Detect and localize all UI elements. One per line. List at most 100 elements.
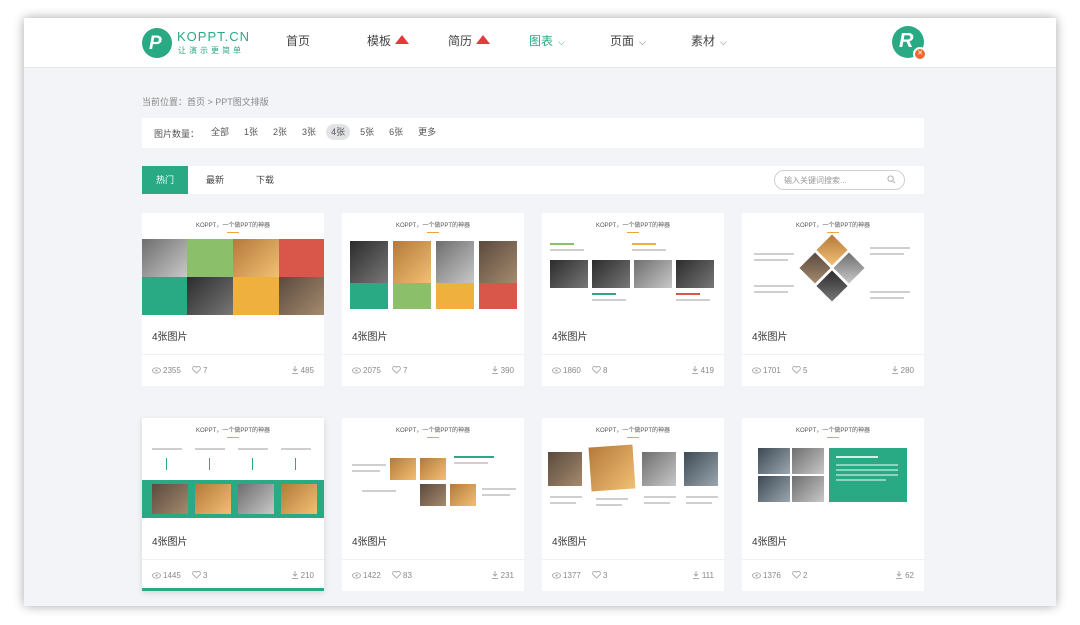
thumbnail-photo	[350, 241, 388, 283]
thumbnail-title: KOPPT，一个做PPT的神器	[142, 220, 324, 233]
template-card[interactable]: KOPPT，一个做PPT的神器 4张图片 2355 7 485	[142, 213, 324, 386]
thumbnail-photo	[187, 277, 233, 315]
thumbnail-title: KOPPT，一个做PPT的神器	[742, 425, 924, 438]
thumbnail-title: KOPPT，一个做PPT的神器	[542, 425, 724, 438]
template-thumbnail[interactable]: KOPPT，一个做PPT的神器	[742, 213, 924, 316]
heart-icon	[592, 365, 601, 374]
card-title[interactable]: 4张图片	[352, 533, 388, 548]
template-thumbnail[interactable]: KOPPT，一个做PPT的神器	[542, 418, 724, 521]
search-icon[interactable]	[887, 175, 896, 184]
template-card[interactable]: KOPPT，一个做PPT的神器 4张图片 1422 83 231	[342, 418, 524, 591]
thumbnail-block	[479, 283, 517, 309]
like-count[interactable]: 2	[792, 570, 807, 580]
thumbnail-text-line	[596, 504, 622, 506]
like-count[interactable]: 5	[792, 365, 807, 375]
template-card[interactable]: KOPPT，一个做PPT的神器 4张图片 1377 3 111	[542, 418, 724, 591]
eye-icon	[152, 572, 161, 579]
template-thumbnail[interactable]: KOPPT，一个做PPT的神器	[142, 213, 324, 316]
filter-option-all[interactable]: 全部	[206, 124, 234, 140]
thumbnail-connector	[209, 458, 210, 470]
tab-hot[interactable]: 热门	[142, 166, 189, 194]
filter-option-2[interactable]: 2张	[268, 124, 292, 140]
vip-badge-icon: ✕	[913, 47, 927, 61]
like-count[interactable]: 7	[192, 365, 207, 375]
download-count: 390	[491, 366, 514, 375]
thumbnail-photo	[676, 260, 714, 288]
chevron-down-icon: ⌵	[639, 37, 646, 47]
card-title[interactable]: 4张图片	[752, 328, 788, 343]
template-thumbnail[interactable]: KOPPT，一个做PPT的神器	[342, 213, 524, 316]
thumbnail-text-line	[195, 448, 225, 450]
view-count: 1422	[352, 571, 381, 580]
eye-icon	[752, 572, 761, 579]
card-stats: 1422 83 231	[342, 559, 524, 591]
thumbnail-photo	[592, 260, 630, 288]
like-count[interactable]: 8	[592, 365, 607, 375]
filter-option-3[interactable]: 3张	[297, 124, 321, 140]
filter-option-1[interactable]: 1张	[239, 124, 263, 140]
download-icon	[291, 571, 298, 579]
heart-icon	[592, 570, 601, 579]
template-thumbnail[interactable]: KOPPT，一个做PPT的神器	[142, 418, 324, 521]
main-nav: 首页 模板 简历 图表 ⌵ 页面 ⌵ 素材 ⌵	[286, 18, 772, 68]
thumbnail-photo	[684, 452, 718, 486]
card-title[interactable]: 4张图片	[352, 328, 388, 343]
card-title[interactable]: 4张图片	[152, 328, 188, 343]
thumbnail-text-line	[870, 253, 904, 255]
thumbnail-block	[436, 283, 474, 309]
filter-option-6[interactable]: 6张	[384, 124, 408, 140]
template-thumbnail[interactable]: KOPPT，一个做PPT的神器	[342, 418, 524, 521]
filter-option-5[interactable]: 5张	[355, 124, 379, 140]
thumbnail-title: KOPPT，一个做PPT的神器	[742, 220, 924, 233]
thumbnail-photo	[420, 458, 446, 480]
heart-icon	[192, 365, 201, 374]
nav-item-templates[interactable]: 模板	[367, 18, 448, 68]
nav-item-charts[interactable]: 图表 ⌵	[529, 18, 610, 68]
heart-icon	[392, 365, 401, 374]
tab-latest[interactable]: 最新	[192, 166, 238, 194]
user-avatar[interactable]: R ✕	[892, 26, 927, 61]
thumbnail-text-line	[482, 488, 516, 490]
template-thumbnail[interactable]: KOPPT，一个做PPT的神器	[742, 418, 924, 521]
thumbnail-block	[233, 277, 279, 315]
eye-icon	[552, 572, 561, 579]
template-card[interactable]: KOPPT，一个做PPT的神器 4张图片 1376 2 62	[742, 418, 924, 591]
logo-slogan: 让演示更简单	[178, 46, 244, 55]
view-count: 2355	[152, 366, 181, 375]
like-count[interactable]: 83	[392, 570, 412, 580]
template-card[interactable]: KOPPT，一个做PPT的神器 4张图片 2075 7 390	[342, 213, 524, 386]
search-input[interactable]	[784, 174, 880, 187]
thumbnail-text-line	[362, 490, 396, 492]
like-count[interactable]: 3	[192, 570, 207, 580]
download-count: 485	[291, 366, 314, 375]
thumbnail-text-line	[592, 293, 616, 295]
tab-downloads[interactable]: 下载	[242, 166, 288, 194]
nav-item-pages[interactable]: 页面 ⌵	[610, 18, 691, 68]
nav-label: 首页	[286, 34, 311, 48]
card-title[interactable]: 4张图片	[752, 533, 788, 548]
thumbnail-photo	[479, 241, 517, 283]
template-card[interactable]: KOPPT，一个做PPT的神器 4张图片 1860 8 419	[542, 213, 724, 386]
like-count[interactable]: 3	[592, 570, 607, 580]
template-card[interactable]: KOPPT，一个做PPT的神器 4张图片 1445 3 210	[142, 418, 324, 591]
eye-icon	[152, 367, 161, 374]
site-logo[interactable]: P KOPPT.CN 让演示更简单	[142, 28, 252, 58]
card-title[interactable]: 4张图片	[552, 328, 588, 343]
thumbnail-photo	[281, 484, 317, 514]
like-count[interactable]: 7	[392, 365, 407, 375]
thumbnail-photo	[450, 484, 476, 506]
download-count: 210	[291, 571, 314, 580]
thumbnail-text-line	[686, 496, 718, 498]
thumbnail-title: KOPPT，一个做PPT的神器	[342, 220, 524, 233]
nav-item-materials[interactable]: 素材 ⌵	[691, 18, 772, 68]
eye-icon	[752, 367, 761, 374]
template-thumbnail[interactable]: KOPPT，一个做PPT的神器	[542, 213, 724, 316]
card-title[interactable]: 4张图片	[552, 533, 588, 548]
filter-option-4[interactable]: 4张	[326, 124, 351, 140]
filter-option-more[interactable]: 更多	[413, 124, 441, 140]
thumbnail-photo	[152, 484, 188, 514]
nav-item-home[interactable]: 首页	[286, 18, 367, 68]
template-card[interactable]: KOPPT，一个做PPT的神器 4张图片 1701 5 280	[742, 213, 924, 386]
card-title[interactable]: 4张图片	[152, 533, 188, 548]
nav-item-resume[interactable]: 简历	[448, 18, 529, 68]
